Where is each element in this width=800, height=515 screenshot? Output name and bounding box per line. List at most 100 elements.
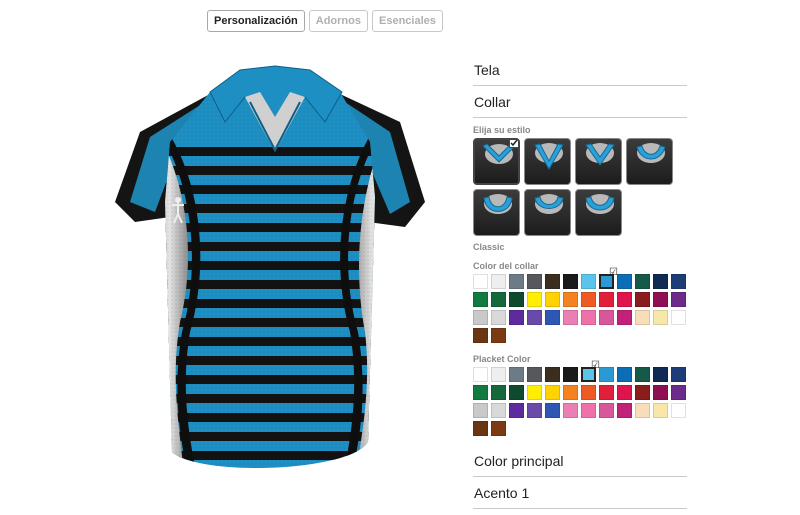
placket-color-swatch[interactable] bbox=[563, 367, 578, 382]
collar-color-swatch[interactable] bbox=[545, 292, 560, 307]
placket-color-swatch[interactable] bbox=[473, 403, 488, 418]
placket-color-swatch[interactable] bbox=[473, 385, 488, 400]
placket-color-swatch[interactable] bbox=[671, 403, 686, 418]
placket-color-swatch[interactable] bbox=[509, 367, 524, 382]
section-color-principal[interactable]: Color principal bbox=[473, 445, 687, 477]
collar-color-swatch[interactable] bbox=[527, 310, 542, 325]
placket-color-swatch[interactable] bbox=[599, 403, 614, 418]
collar-color-swatch[interactable] bbox=[473, 274, 488, 289]
collar-color-swatch[interactable] bbox=[617, 310, 632, 325]
collar-color-swatch[interactable] bbox=[509, 310, 524, 325]
collar-color-swatch[interactable] bbox=[491, 292, 506, 307]
placket-color-swatch[interactable] bbox=[509, 403, 524, 418]
collar-color-swatch[interactable] bbox=[473, 292, 488, 307]
collar-color-swatch[interactable] bbox=[653, 310, 668, 325]
section-acento-1[interactable]: Acento 1 bbox=[473, 477, 687, 509]
section-tela[interactable]: Tela bbox=[473, 54, 687, 86]
collar-style-selected-name: Classic bbox=[473, 242, 505, 252]
placket-color-swatch[interactable] bbox=[635, 403, 650, 418]
collar-color-swatch[interactable] bbox=[563, 274, 578, 289]
collar-color-swatch[interactable] bbox=[545, 274, 560, 289]
collar-color-swatch[interactable] bbox=[545, 310, 560, 325]
collar-color-swatch[interactable] bbox=[473, 310, 488, 325]
placket-color-swatch[interactable] bbox=[527, 367, 542, 382]
tab-esenciales[interactable]: Esenciales bbox=[372, 10, 443, 32]
placket-color-swatch[interactable] bbox=[671, 385, 686, 400]
collar-style-4[interactable] bbox=[626, 138, 673, 185]
placket-color-swatch[interactable]: ☑ bbox=[581, 361, 600, 382]
placket-color-swatch[interactable] bbox=[545, 385, 560, 400]
collar-style-7[interactable] bbox=[575, 189, 622, 236]
placket-color-swatch[interactable] bbox=[599, 385, 614, 400]
placket-color-swatch[interactable] bbox=[653, 385, 668, 400]
collar-color-swatch[interactable]: ☑ bbox=[599, 268, 618, 289]
collar-color-swatch[interactable] bbox=[563, 310, 578, 325]
collar-color-swatch[interactable] bbox=[617, 292, 632, 307]
placket-color-swatch[interactable] bbox=[545, 367, 560, 382]
tab-personalizacion[interactable]: Personalización bbox=[207, 10, 305, 32]
collar-color-swatch[interactable] bbox=[617, 274, 632, 289]
placket-color-swatch[interactable] bbox=[563, 403, 578, 418]
placket-color-swatch[interactable] bbox=[473, 421, 488, 436]
collar-color-swatch[interactable] bbox=[599, 292, 614, 307]
collar-color-swatch[interactable] bbox=[653, 292, 668, 307]
collar-style-3[interactable] bbox=[575, 138, 622, 185]
placket-color-swatch[interactable] bbox=[491, 367, 506, 382]
placket-color-palette: ☑ bbox=[473, 361, 687, 436]
collar-style-5[interactable] bbox=[473, 189, 520, 236]
collar-color-swatch[interactable] bbox=[635, 292, 650, 307]
collar-color-swatch[interactable] bbox=[635, 274, 650, 289]
collar-color-swatch[interactable] bbox=[581, 310, 596, 325]
collar-color-swatch[interactable] bbox=[491, 328, 506, 343]
collar-color-swatch[interactable] bbox=[671, 274, 686, 289]
placket-color-swatch[interactable] bbox=[473, 367, 488, 382]
shirt-preview bbox=[110, 62, 440, 492]
collar-color-swatch[interactable] bbox=[653, 274, 668, 289]
placket-color-swatch[interactable] bbox=[545, 403, 560, 418]
collar-color-swatch[interactable] bbox=[527, 292, 542, 307]
placket-color-swatch[interactable] bbox=[491, 421, 506, 436]
polo-shirt-image bbox=[115, 65, 425, 469]
section-collar[interactable]: Collar bbox=[473, 86, 687, 118]
collar-style-6[interactable] bbox=[524, 189, 571, 236]
collar-color-swatch[interactable] bbox=[509, 274, 524, 289]
collar-style-1[interactable] bbox=[473, 138, 520, 185]
collar-color-label: Color del collar bbox=[473, 261, 539, 271]
collar-color-swatch[interactable] bbox=[581, 292, 596, 307]
placket-color-swatch[interactable] bbox=[527, 385, 542, 400]
collar-style-grid bbox=[473, 138, 677, 236]
collar-color-swatch[interactable] bbox=[635, 310, 650, 325]
placket-color-swatch[interactable] bbox=[635, 385, 650, 400]
placket-color-swatch[interactable] bbox=[491, 385, 506, 400]
collar-color-swatch[interactable] bbox=[671, 292, 686, 307]
tab-adornos[interactable]: Adornos bbox=[308, 10, 368, 32]
placket-color-swatch[interactable] bbox=[491, 403, 506, 418]
placket-color-swatch[interactable] bbox=[653, 367, 668, 382]
placket-color-swatch[interactable] bbox=[617, 385, 632, 400]
collar-color-swatch[interactable] bbox=[599, 310, 614, 325]
collar-color-swatch[interactable] bbox=[491, 274, 506, 289]
collar-color-palette: ☑ bbox=[473, 268, 687, 343]
placket-color-swatch[interactable] bbox=[581, 403, 596, 418]
placket-color-swatch[interactable] bbox=[599, 367, 614, 382]
collar-color-swatch[interactable] bbox=[509, 292, 524, 307]
placket-color-swatch[interactable] bbox=[509, 385, 524, 400]
placket-color-swatch[interactable] bbox=[671, 367, 686, 382]
placket-color-swatch[interactable] bbox=[653, 403, 668, 418]
collar-style-2[interactable] bbox=[524, 138, 571, 185]
tab-bar: Personalización Adornos Esenciales bbox=[207, 10, 443, 32]
collar-style-label: Elija su estilo bbox=[473, 125, 531, 135]
placket-color-swatch[interactable] bbox=[635, 367, 650, 382]
collar-color-swatch[interactable] bbox=[491, 310, 506, 325]
placket-color-label: Placket Color bbox=[473, 354, 531, 364]
placket-color-swatch[interactable] bbox=[617, 403, 632, 418]
placket-color-swatch[interactable] bbox=[617, 367, 632, 382]
collar-color-swatch[interactable] bbox=[473, 328, 488, 343]
placket-color-swatch[interactable] bbox=[563, 385, 578, 400]
collar-color-swatch[interactable] bbox=[563, 292, 578, 307]
collar-color-swatch[interactable] bbox=[581, 274, 596, 289]
placket-color-swatch[interactable] bbox=[581, 385, 596, 400]
placket-color-swatch[interactable] bbox=[527, 403, 542, 418]
collar-color-swatch[interactable] bbox=[671, 310, 686, 325]
collar-color-swatch[interactable] bbox=[527, 274, 542, 289]
